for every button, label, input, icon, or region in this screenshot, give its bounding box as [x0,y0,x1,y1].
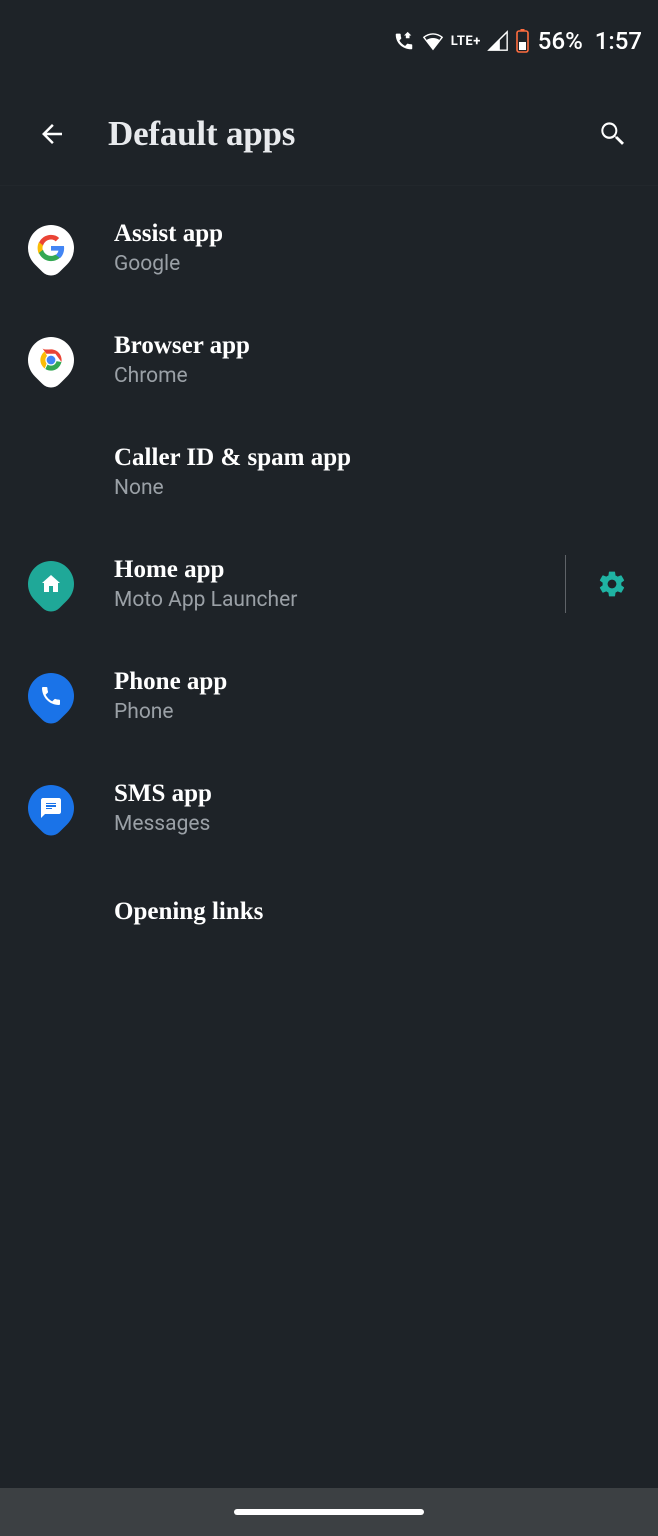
list-item-home-app[interactable]: Home app Moto App Launcher [0,528,658,640]
item-sub: Messages [114,812,634,836]
status-bar: LTE+ 56% 1:57 [0,0,658,82]
home-app-settings-button[interactable] [590,562,634,606]
list-item-assist-app[interactable]: Assist app Google [0,192,658,304]
battery-icon [515,29,530,53]
messages-app-icon [28,785,74,831]
search-icon [596,118,628,150]
item-title: Caller ID & spam app [114,444,634,472]
signal-icon [487,30,509,52]
list-item-opening-links[interactable]: Opening links [0,864,658,960]
chrome-icon [28,337,74,383]
nav-gesture-pill[interactable] [234,1509,424,1515]
settings-list: Assist app Google Browser app Chrome Cal… [0,186,658,960]
gear-icon [597,569,627,599]
item-title: Browser app [114,332,634,360]
list-item-caller-id-spam-app[interactable]: Caller ID & spam app None [0,416,658,528]
list-item-browser-app[interactable]: Browser app Chrome [0,304,658,416]
divider [565,555,566,613]
battery-percent: 56% [538,27,583,55]
arrow-left-icon [37,119,67,149]
item-sub: None [114,476,634,500]
google-assist-icon [28,225,74,271]
list-item-phone-app[interactable]: Phone app Phone [0,640,658,752]
item-sub: Moto App Launcher [114,588,565,612]
phone-app-icon [28,673,74,719]
page-title: Default apps [108,114,588,154]
item-sub: Google [114,252,634,276]
item-title: SMS app [114,780,634,808]
clock: 1:57 [595,27,642,55]
wifi-calling-icon [393,30,415,52]
app-header: Default apps [0,82,658,186]
item-title: Assist app [114,220,634,248]
item-title: Phone app [114,668,634,696]
home-launcher-icon [28,561,74,607]
search-button[interactable] [588,110,636,158]
navigation-bar [0,1488,658,1536]
list-item-sms-app[interactable]: SMS app Messages [0,752,658,864]
wifi-icon [421,30,445,52]
item-title: Opening links [114,898,634,926]
item-sub: Chrome [114,364,634,388]
item-sub: Phone [114,700,634,724]
lte-label: LTE+ [451,34,481,49]
back-button[interactable] [28,110,76,158]
item-title: Home app [114,556,565,584]
